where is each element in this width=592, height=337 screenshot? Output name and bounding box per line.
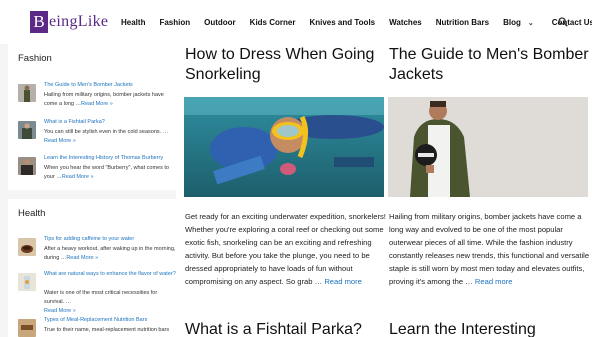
post-excerpt-text: Water is one of the most critical necess… (44, 290, 158, 305)
post-thumbnail[interactable] (18, 238, 36, 256)
health-widget: Health Tips for adding caffeine to your … (8, 199, 176, 337)
article-excerpt: Get ready for an exciting underwater exp… (185, 210, 387, 288)
article-title-link[interactable]: How to Dress When Going Snorkeling (185, 45, 385, 85)
post-thumbnail[interactable] (18, 84, 36, 102)
post-excerpt-text: After a heavy workout, after waking up i… (44, 246, 176, 261)
nav-item-blog[interactable]: Blog ⌄ (503, 18, 534, 27)
article-excerpt-text: Hailing from military origins, bomber ja… (389, 212, 590, 286)
article-title-link[interactable]: What is a Fishtail Parka? (185, 320, 389, 337)
post-title-link[interactable]: Types of Meal-Replacement Nutrition Bars (44, 317, 147, 323)
nav-item-fashion[interactable]: Fashion (159, 18, 190, 27)
post-excerpt: True to their name, meal-replacement nut… (44, 326, 178, 335)
nav-item-blog-label: Blog (503, 17, 521, 27)
read-more-link[interactable]: Read More » (81, 101, 113, 107)
post-thumbnail[interactable] (18, 121, 36, 139)
post-excerpt-text: You can still be stylish even in the col… (44, 129, 169, 135)
search-icon[interactable] (558, 17, 568, 27)
post-title-link[interactable]: What is a Fishtail Parka? (44, 119, 105, 125)
article-excerpt-text: Get ready for an exciting underwater exp… (185, 212, 386, 286)
list-item: What is a Fishtail Parka? You can still … (18, 119, 176, 153)
read-more-link[interactable]: Read more (324, 277, 362, 286)
site-logo[interactable]: B eingLike (30, 11, 108, 33)
sidebar: Fashion The Guide to Men's Bomber Jacket… (0, 44, 176, 337)
list-item: What are natural ways to enhance the fla… (18, 271, 176, 314)
list-item: Tips for adding caffeine to your water A… (18, 236, 176, 270)
nav-item-outdoor[interactable]: Outdoor (204, 18, 236, 27)
list-item: The Guide to Men's Bomber Jackets Hailin… (18, 82, 176, 116)
logo-text: eingLike (49, 13, 109, 30)
site-header: B eingLike Health Fashion Outdoor Kids C… (0, 0, 592, 44)
nav-item-watches[interactable]: Watches (389, 18, 422, 27)
post-excerpt: When you hear the word "Burberry", what … (44, 164, 178, 182)
chevron-down-icon: ⌄ (527, 19, 534, 27)
post-thumbnail[interactable] (18, 319, 36, 337)
nav-item-kids-corner[interactable]: Kids Corner (250, 18, 296, 27)
list-item: Learn the Interesting History of Thomas … (18, 155, 176, 189)
article-excerpt: Hailing from military origins, bomber ja… (389, 210, 591, 288)
post-title-link[interactable]: What are natural ways to enhance the fla… (44, 271, 176, 277)
nav-item-nutrition-bars[interactable]: Nutrition Bars (436, 18, 489, 27)
post-excerpt-text: True to their name, meal-replacement nut… (44, 327, 170, 333)
article-image-bomber-jacket[interactable] (388, 97, 588, 197)
article-title-link[interactable]: Learn the Interesting (389, 320, 592, 337)
read-more-link[interactable]: Read more (475, 277, 513, 286)
post-excerpt: Hailing from military origins, bomber ja… (44, 91, 178, 109)
nav-item-knives-and-tools[interactable]: Knives and Tools (309, 18, 375, 27)
list-item: Types of Meal-Replacement Nutrition Bars… (18, 317, 176, 337)
post-title-link[interactable]: Tips for adding caffeine to your water (44, 236, 134, 242)
read-more-link[interactable]: Read More » (66, 255, 98, 261)
post-excerpt: After a heavy workout, after waking up i… (44, 245, 178, 263)
post-excerpt: You can still be stylish even in the col… (44, 128, 178, 146)
article-title-link[interactable]: The Guide to Men's Bomber Jackets (389, 45, 589, 85)
widget-title-health: Health (18, 208, 46, 219)
fashion-widget: Fashion The Guide to Men's Bomber Jacket… (8, 44, 176, 190)
nav-item-health[interactable]: Health (121, 18, 145, 27)
post-title-link[interactable]: The Guide to Men's Bomber Jackets (44, 82, 133, 88)
logo-mark: B (30, 11, 48, 33)
read-more-link[interactable]: Read More » (18, 307, 178, 316)
post-title-link[interactable]: Learn the Interesting History of Thomas … (44, 155, 163, 161)
post-thumbnail[interactable] (18, 157, 36, 175)
read-more-link[interactable]: Read More » (62, 174, 94, 180)
read-more-link[interactable]: Read More » (44, 138, 76, 144)
widget-title-fashion: Fashion (18, 53, 52, 64)
post-excerpt: Water is one of the most critical necess… (18, 289, 178, 316)
article-image-snorkeling[interactable] (184, 97, 384, 197)
main-nav: Health Fashion Outdoor Kids Corner Knive… (121, 0, 592, 44)
